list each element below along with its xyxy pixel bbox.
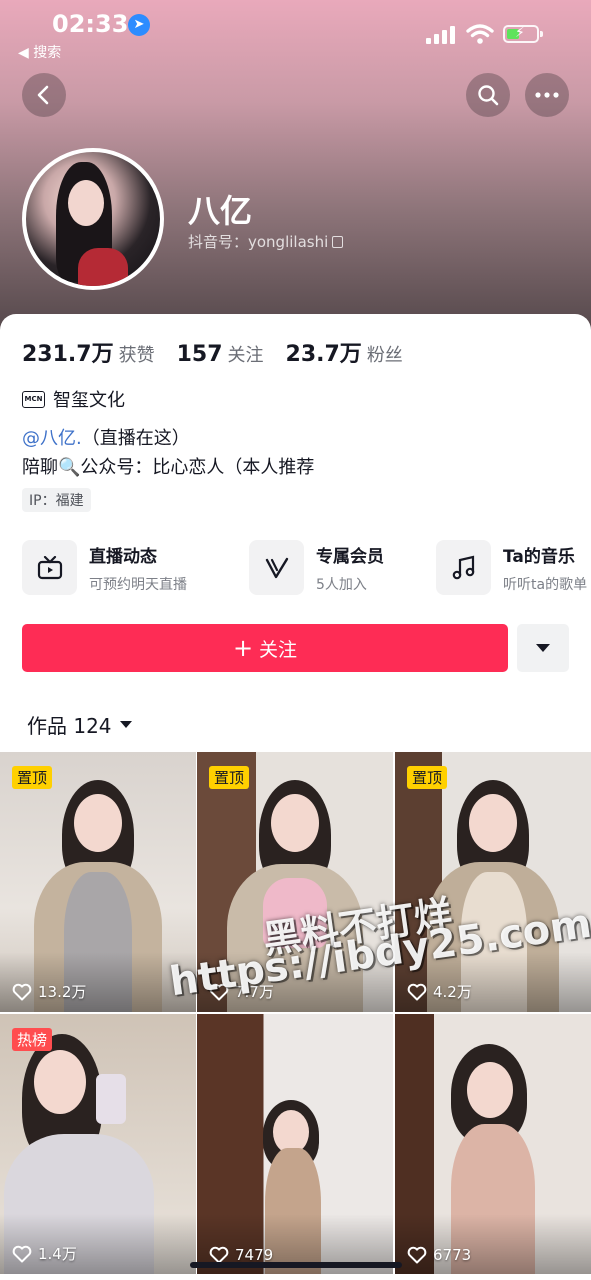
feature-live[interactable]: 直播动态可预约明天直播 [22,540,187,595]
video-thumbnail[interactable]: 置顶 13.2万 [0,752,196,1012]
triangle-down-icon [536,644,550,652]
mcn-icon: MCN [22,390,45,408]
back-to-app-link[interactable]: ◀ 搜索 [18,42,61,62]
pinned-badge: 置顶 [12,766,53,789]
heart-icon [407,1246,427,1264]
video-thumbnail[interactable]: 7479 [197,1014,393,1274]
like-count-text: 13.2万 [38,983,87,1001]
douyin-id-text: 抖音号：yonglilashi [188,233,329,251]
feature-title: Ta的音乐 [503,547,575,567]
back-button[interactable] [22,73,66,117]
search-icon [478,85,499,106]
video-thumbnail[interactable]: 热榜 1.4万 [0,1014,196,1274]
like-count-text: 4.2万 [433,983,472,1001]
stat-label: 获赞 [118,345,155,366]
status-time: 02:33 [52,10,129,38]
battery-icon: ⚡ [503,25,543,43]
works-tab[interactable]: 作品 124 [27,710,132,739]
heart-icon [12,983,32,1000]
chevron-left-icon [37,85,49,105]
like-count: 1.4万 [12,1243,77,1264]
profile-card: 231.7万 获赞 157 关注 23.7万 粉丝 MCN 智玺文化 @八亿.（直播在… [0,314,591,1280]
copy-icon[interactable] [332,236,344,248]
works-label: 作品 124 [27,714,112,738]
feature-subtitle: 可预约明天直播 [89,577,187,593]
search-button[interactable] [466,73,510,117]
music-note-icon [436,540,491,595]
stat-label: 粉丝 [366,345,403,366]
tv-icon [22,540,77,595]
more-options-button[interactable] [525,73,569,117]
mcn-name: 智玺文化 [53,390,125,411]
stat-followers[interactable]: 23.7万 粉丝 [286,336,403,368]
cellular-signal-icon [426,26,456,44]
follow-button[interactable]: + 关注 [22,624,508,672]
pinned-badge: 置顶 [209,766,250,789]
mcn-agency[interactable]: MCN 智玺文化 [22,386,125,412]
more-dots-icon [535,92,559,98]
trending-badge: 热榜 [12,1028,53,1051]
video-thumbnail[interactable]: 置顶 4.2万 [395,752,591,1012]
vip-v-icon [249,540,304,595]
douyin-id[interactable]: 抖音号：yonglilashi [188,231,344,252]
follow-label: 关注 [259,638,298,661]
feature-title: 直播动态 [89,547,157,567]
profile-stats: 231.7万 获赞 157 关注 23.7万 粉丝 [22,336,425,368]
like-count-text: 1.4万 [38,1245,77,1263]
stat-following[interactable]: 157 关注 [177,341,264,367]
avatar[interactable] [22,148,164,290]
pinned-badge: 置顶 [407,766,448,789]
bio-text: （直播在这） [81,428,190,449]
stat-label: 关注 [227,345,264,366]
heart-icon [12,1245,32,1262]
feature-title: 专属会员 [316,547,384,567]
like-count-text: 6773 [433,1246,472,1264]
triangle-down-icon [119,721,132,728]
bio-line-1: @八亿.（直播在这） [22,424,190,450]
like-count: 4.2万 [407,981,472,1002]
home-indicator[interactable] [190,1262,402,1268]
feature-shortcuts: 直播动态可预约明天直播 专属会员 5人加入 Ta的音乐听听ta的歌单 [22,540,591,596]
status-bar: 02:33 ➤ ◀ 搜索 ⚡ [0,0,591,70]
plus-icon: + [232,634,254,662]
bio-line-2: 陪聊🔍公众号：比心恋人（本人推荐 [22,457,315,478]
follow-dropdown-button[interactable] [517,624,569,672]
video-thumbnail[interactable]: 6773 [395,1014,591,1274]
like-count: 13.2万 [12,981,86,1002]
heart-icon [407,983,427,1000]
stat-number: 157 [176,342,223,367]
profile-name: 八亿 [188,192,253,230]
feature-subtitle: 5人加入 [316,577,367,593]
like-count: 6773 [407,1246,471,1264]
bio-mention-link[interactable]: @八亿. [22,428,82,449]
stat-number: 231.7万 [22,342,114,367]
feature-music[interactable]: Ta的音乐听听ta的歌单 [436,540,587,595]
feature-subtitle: 听听ta的歌单 [503,577,588,593]
stat-number: 23.7万 [285,342,362,367]
stat-likes: 231.7万 获赞 [22,336,155,368]
feature-membership[interactable]: 专属会员 5人加入 [249,540,384,595]
ip-location-badge: IP：福建 [22,488,91,512]
location-arrow-icon: ➤ [128,14,150,36]
wifi-icon [466,24,494,44]
